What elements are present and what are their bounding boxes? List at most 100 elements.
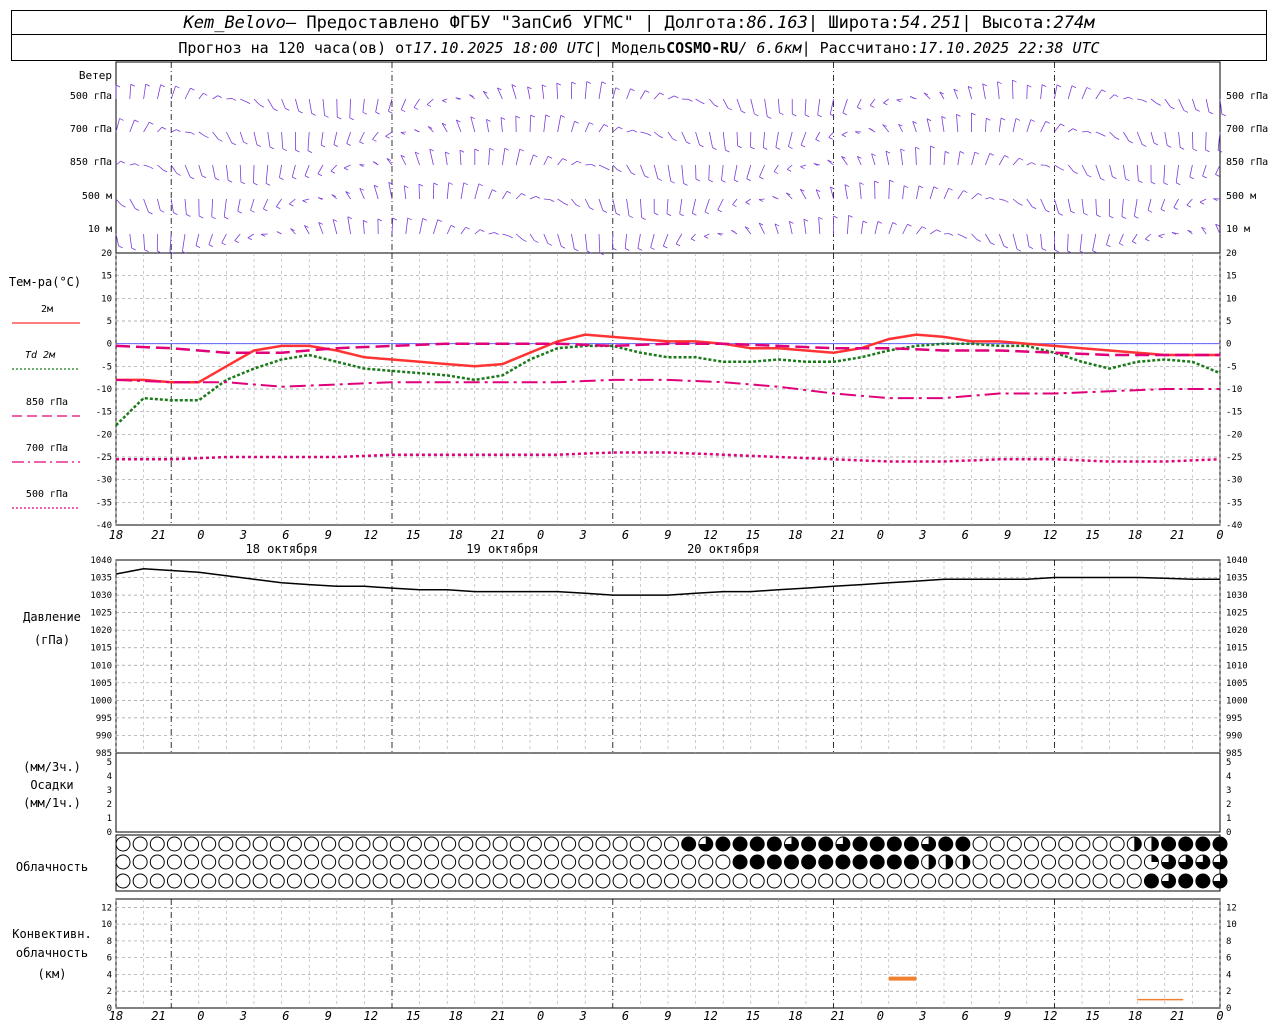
wind-barb-flag <box>304 175 310 179</box>
wind-barb <box>598 164 606 169</box>
wind-barb <box>708 164 710 180</box>
wind-barb-flag <box>818 216 823 220</box>
convective-title: Конвективн. <box>12 927 91 941</box>
wind-barb-flag <box>589 122 594 125</box>
wind-barb <box>1121 198 1124 217</box>
wind-barb <box>184 164 191 178</box>
wind-barb <box>239 131 244 143</box>
cloud-circle <box>1023 873 1039 889</box>
precip-panel-frame <box>115 752 1221 833</box>
day-label: 18 октября <box>245 542 317 556</box>
wind-barb-flag <box>422 218 427 221</box>
wind-barb <box>1136 164 1139 181</box>
wind-barb <box>557 158 564 166</box>
wind-barb <box>143 164 150 168</box>
wind-barb <box>786 164 793 170</box>
cloud-circle <box>646 854 662 870</box>
pressure-title: Давление <box>23 610 81 624</box>
wind-barb <box>515 193 522 200</box>
wind-barb-flag <box>463 182 468 186</box>
wind-barb-flag <box>948 187 953 191</box>
wind-barb-flag <box>289 203 294 207</box>
wind-barb <box>626 198 630 216</box>
wind-barb-flag <box>666 213 672 217</box>
wind-barb-flag <box>1031 206 1037 210</box>
wind-barb-flag <box>131 247 136 251</box>
wind-barb-flag <box>450 225 456 228</box>
wind-barb <box>195 233 200 246</box>
cloud-circle <box>681 873 697 889</box>
wind-barb-flag <box>1134 215 1139 219</box>
temp-time-label: 0 <box>537 528 544 542</box>
wind-barb-flag <box>1121 216 1127 219</box>
wind-barb <box>529 154 534 166</box>
wind-barb <box>717 198 724 211</box>
wind-barb <box>388 182 393 200</box>
wind-barb <box>502 233 509 237</box>
convective-tick-right: 10 <box>1226 920 1237 930</box>
wind-barb <box>474 183 480 200</box>
wind-barb <box>1199 198 1207 203</box>
cloud-circle <box>612 873 628 889</box>
wind-barb-flag <box>1030 119 1036 122</box>
convective-tick-right: 8 <box>1226 937 1231 947</box>
wind-barb <box>1150 98 1157 104</box>
pressure-tick-right: 1020 <box>1226 626 1248 636</box>
wind-barb <box>1109 94 1115 100</box>
wind-barb-flag <box>372 138 377 142</box>
wind-barb-flag <box>269 146 275 150</box>
wind-level-label-left: 500 м <box>82 191 112 202</box>
cloud-circle <box>1058 836 1074 852</box>
wind-barb-flag <box>976 239 982 242</box>
wind-barb <box>1095 131 1102 135</box>
wind-barb-flag <box>767 116 772 119</box>
pressure-tick-right: 1030 <box>1226 591 1248 601</box>
wind-barb <box>571 198 577 205</box>
precip-tick-right: 2 <box>1226 800 1231 810</box>
wind-barb-flag <box>203 92 208 96</box>
wind-barb-flag <box>646 133 652 137</box>
wind-barb-flag <box>674 95 679 99</box>
temp-tick-right: -30 <box>1226 476 1242 486</box>
wind-barb-flag <box>214 177 220 181</box>
convective-tick-left: 6 <box>107 954 112 964</box>
cloud-circle <box>526 873 542 889</box>
wind-barb-flag <box>1004 155 1009 158</box>
cloud-circle <box>424 836 440 852</box>
wind-barb <box>842 98 848 114</box>
wind-barb-flag <box>237 210 242 214</box>
wind-barb <box>957 151 961 166</box>
cloud-circle <box>338 836 354 852</box>
wind-barb-flag <box>933 186 938 190</box>
wind-barb <box>265 164 269 184</box>
cloud-circle <box>166 873 182 889</box>
cloud-fill <box>853 855 868 869</box>
wind-barb-flag <box>324 115 329 118</box>
wind-barb-flag <box>1070 210 1075 214</box>
wind-barb <box>803 219 807 235</box>
wind-barb-flag <box>659 92 664 96</box>
pressure-tick-right: 1015 <box>1226 644 1248 654</box>
cloud-fill <box>904 837 919 851</box>
cloud-circle <box>1006 873 1022 889</box>
wind-barb-flag <box>175 85 180 89</box>
temp-tick-right: 5 <box>1226 317 1231 327</box>
wind-barb-flag <box>1083 212 1088 216</box>
cloud-circle <box>903 873 919 889</box>
wind-barb <box>998 233 1005 247</box>
cloud-circle <box>458 854 474 870</box>
cloud-circle <box>286 836 302 852</box>
wind-barb-flag <box>930 145 935 149</box>
wind-barb <box>115 118 120 133</box>
wind-barb <box>785 192 793 200</box>
wind-barb <box>695 98 701 103</box>
wind-barb-flag <box>1045 209 1050 213</box>
wind-barb-flag <box>549 199 555 202</box>
wind-barb-flag <box>956 114 961 117</box>
wind-barb <box>916 226 923 235</box>
wind-barb-flag <box>1060 123 1065 127</box>
cloud-fill <box>767 855 782 869</box>
wind-barb <box>902 224 908 235</box>
cloud-circle <box>321 836 337 852</box>
bottom-time-label: 15 <box>1085 1009 1099 1023</box>
